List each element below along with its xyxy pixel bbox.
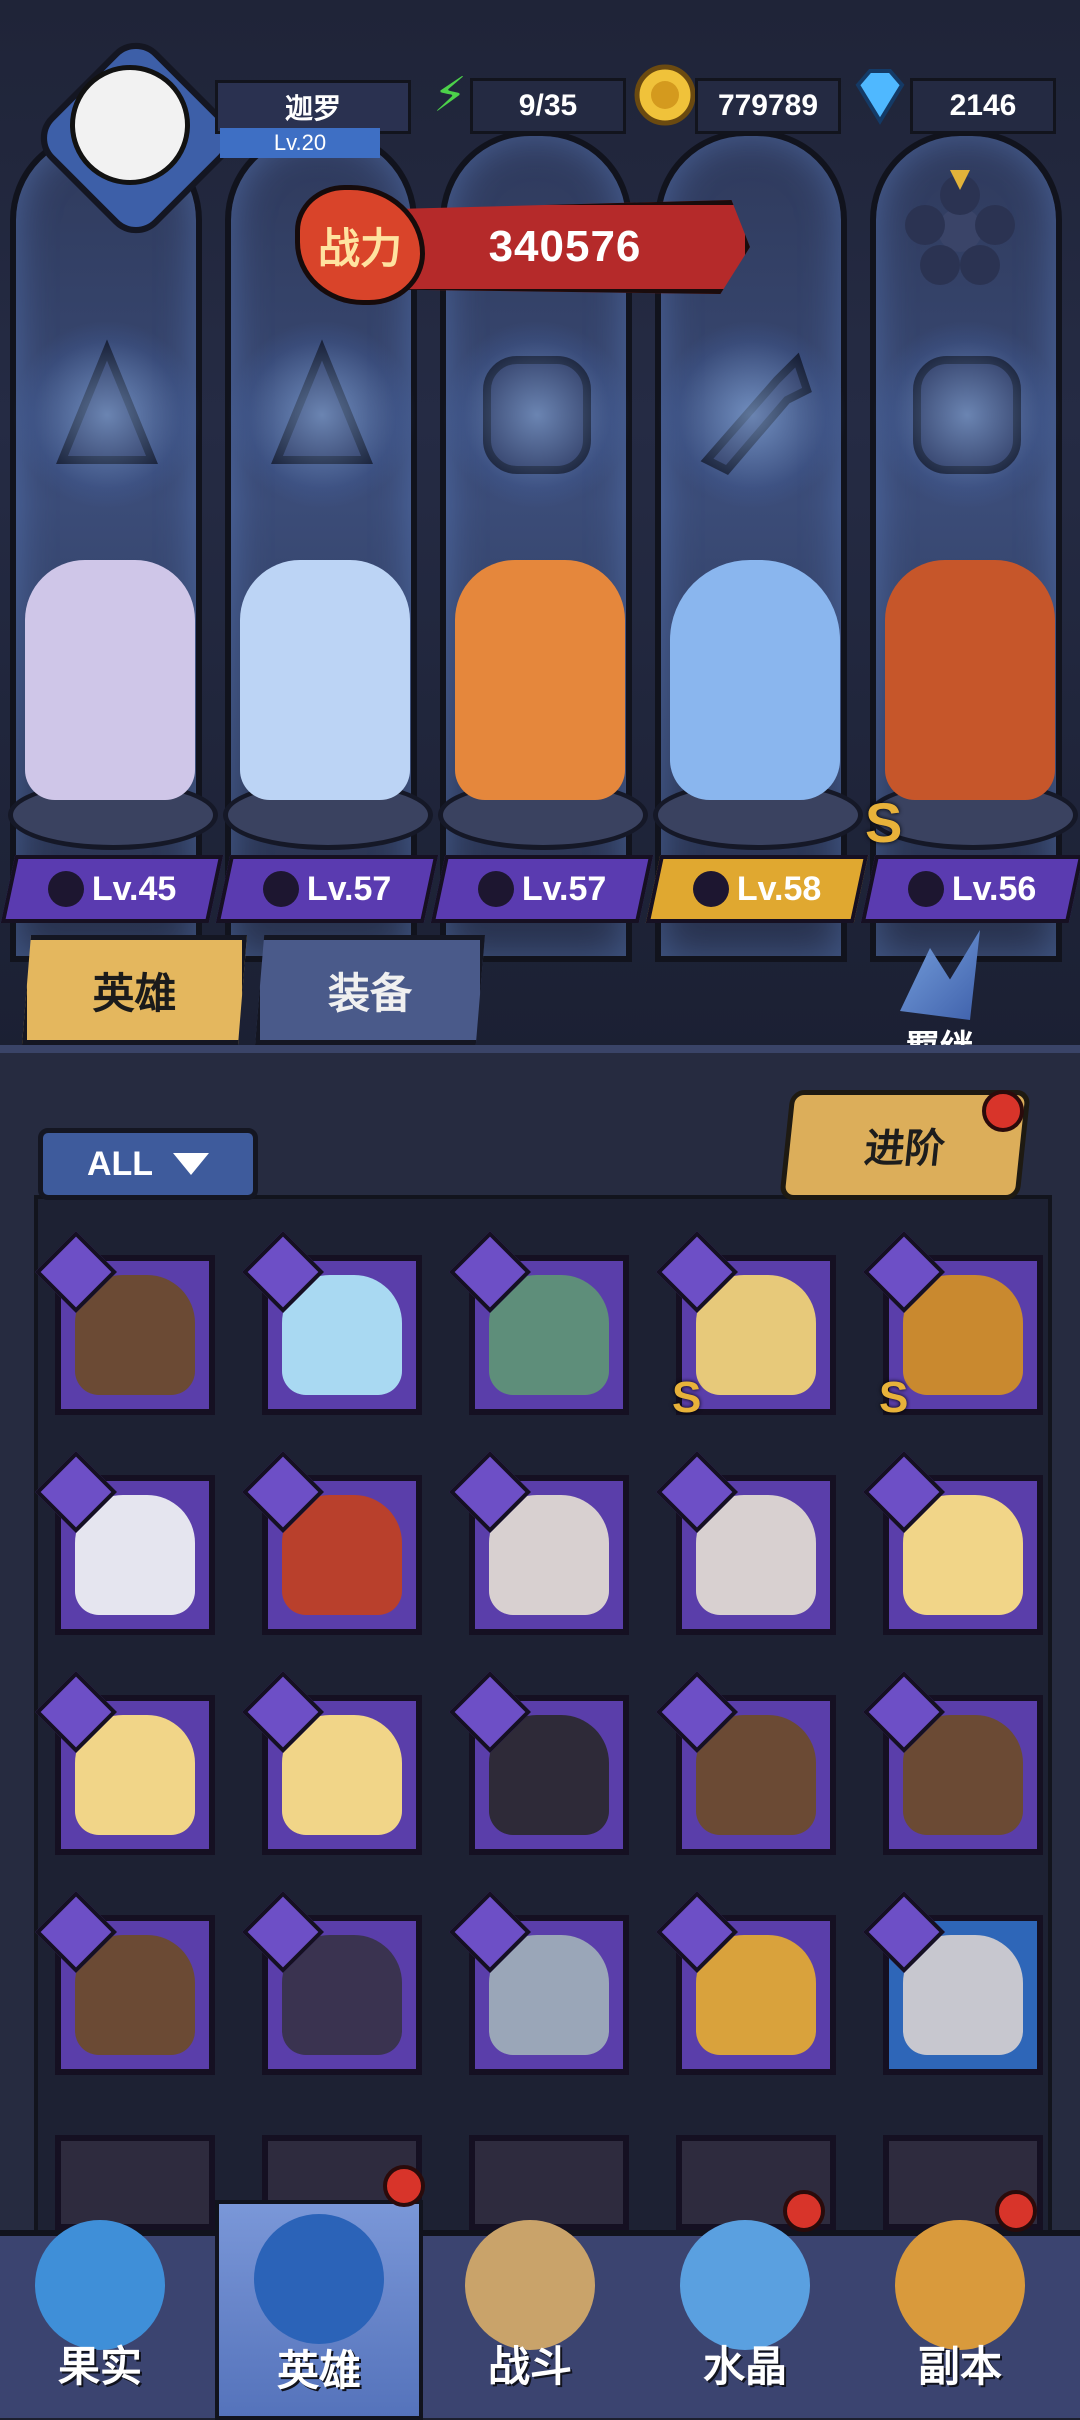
combat-power-value: 340576 — [488, 222, 642, 271]
hat-icon — [262, 871, 299, 907]
gem-value: 2146 — [910, 78, 1056, 134]
notification-dot — [783, 2190, 825, 2232]
team-hero-figure[interactable] — [240, 560, 410, 800]
nav-crystal[interactable]: 水晶 — [645, 2200, 845, 2412]
hat-icon — [47, 871, 84, 907]
hero-card[interactable]: S — [655, 1230, 836, 1422]
hero-card[interactable] — [448, 1230, 629, 1415]
player-name: 迦罗 — [215, 80, 411, 134]
hero-card[interactable] — [655, 1450, 836, 1635]
crystal-icon — [680, 2220, 810, 2350]
advance-label: 进阶 — [862, 1126, 947, 1172]
hero-card[interactable] — [862, 1670, 1043, 1855]
hero-card[interactable] — [862, 1450, 1043, 1635]
notification-dot — [383, 2165, 425, 2207]
flower-emblem-icon — [900, 170, 1020, 290]
team-level-label: Lv.56 — [860, 855, 1080, 923]
hero-card[interactable] — [241, 1670, 422, 1855]
slot-hat-icon[interactable] — [227, 320, 417, 510]
nav-label: 水晶 — [702, 2342, 787, 2391]
team-level-label: Lv.57 — [215, 855, 439, 923]
filter-dropdown[interactable]: ALL — [38, 1128, 258, 1200]
fruit-icon — [35, 2220, 165, 2350]
hero-card[interactable] — [241, 1230, 422, 1415]
nav-heroes[interactable]: 英雄 — [215, 2200, 423, 2420]
tier-badge: S — [879, 1373, 909, 1422]
team-hero-figure[interactable] — [455, 560, 625, 800]
tier-badge: S — [865, 791, 903, 854]
slot-claw-icon[interactable] — [872, 320, 1062, 510]
claw-icon — [907, 871, 944, 907]
hero-card[interactable] — [34, 1890, 215, 2075]
team-level-label: Lv.58 — [645, 855, 869, 923]
nav-dungeon[interactable]: 副本 — [860, 2200, 1060, 2412]
energy-value: 9/35 — [470, 78, 626, 134]
slot-hat-icon[interactable] — [12, 320, 202, 510]
battle-icon — [465, 2220, 595, 2350]
nav-fruit[interactable]: 果实 — [0, 2200, 200, 2412]
gem-icon[interactable] — [845, 60, 915, 130]
claw-icon — [477, 871, 514, 907]
nav-label: 英雄 — [276, 2346, 361, 2395]
filter-label: ALL — [86, 1144, 154, 1183]
hero-card[interactable] — [34, 1670, 215, 1855]
hero-card[interactable] — [655, 1670, 836, 1855]
nav-label: 战斗 — [487, 2342, 572, 2391]
hero-card[interactable] — [34, 1450, 215, 1635]
combat-power-banner: 340576 — [380, 200, 750, 294]
hero-card[interactable] — [862, 1890, 1043, 2075]
nav-label: 果实 — [57, 2342, 142, 2391]
wrench-icon — [692, 871, 729, 907]
hero-card[interactable] — [448, 1450, 629, 1635]
hero-card[interactable]: S — [862, 1230, 1043, 1422]
slot-claw-icon[interactable] — [442, 320, 632, 510]
tab-equipment[interactable]: 装备 — [255, 935, 485, 1045]
panda-avatar-icon — [70, 65, 190, 185]
team-level-label: Lv.45 — [0, 855, 224, 923]
dungeon-icon — [895, 2220, 1025, 2350]
tab-heroes[interactable]: 英雄 — [22, 935, 247, 1045]
hero-card[interactable] — [241, 1450, 422, 1635]
nav-battle[interactable]: 战斗 — [430, 2200, 630, 2412]
hero-card[interactable] — [241, 1890, 422, 2075]
slot-wrench-icon[interactable] — [657, 320, 847, 510]
tier-badge: S — [672, 1373, 702, 1422]
hero-hat-icon — [254, 2214, 384, 2344]
hero-card[interactable] — [448, 1670, 629, 1855]
player-level: Lv.20 — [220, 128, 380, 158]
gold-coin-icon[interactable] — [630, 60, 700, 130]
dropdown-arrow-icon — [173, 1153, 210, 1175]
hero-card[interactable] — [655, 1890, 836, 2075]
team-hero-figure[interactable] — [25, 560, 195, 800]
notification-dot — [995, 2190, 1037, 2232]
bond-icon — [900, 930, 980, 1020]
hero-card[interactable] — [448, 1890, 629, 2075]
team-hero-figure[interactable] — [670, 560, 840, 800]
gold-value: 779789 — [695, 78, 841, 134]
nav-label: 副本 — [917, 2342, 1002, 2391]
notification-dot — [982, 1090, 1024, 1132]
hero-card[interactable] — [34, 1230, 215, 1415]
team-hero-figure[interactable] — [885, 560, 1055, 800]
team-level-label: Lv.57 — [430, 855, 654, 923]
